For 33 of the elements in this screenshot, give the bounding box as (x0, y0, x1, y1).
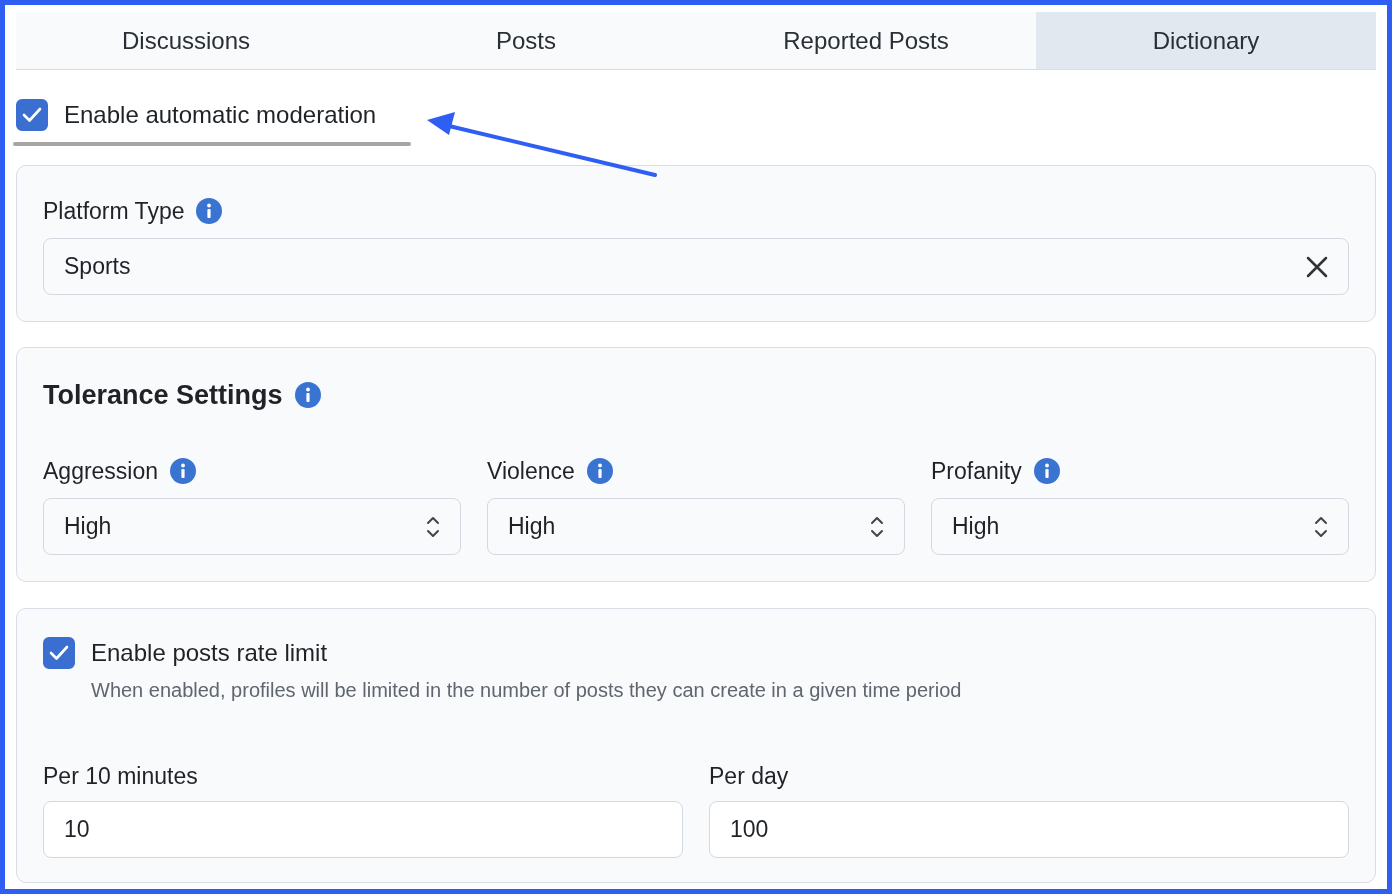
info-icon[interactable] (294, 382, 321, 408)
info-icon[interactable] (1033, 458, 1060, 484)
checkbox[interactable] (43, 637, 75, 669)
description-text: When enabled, profiles will be limited in the number of posts they can create in a given time period (91, 678, 963, 703)
field-label: Per day (709, 762, 790, 789)
check-icon (22, 107, 42, 123)
check-icon (49, 645, 69, 661)
checkbox-label: Enable posts rate limit (91, 638, 328, 668)
select-field[interactable]: High (487, 498, 905, 555)
tab[interactable]: Discussions (16, 12, 356, 69)
tab[interactable]: Dictionary (1036, 12, 1376, 69)
close-icon[interactable] (1306, 255, 1328, 278)
select-field[interactable]: High (43, 498, 461, 555)
field-label: Violence (487, 456, 575, 486)
field-label: Per 10 minutes (43, 762, 199, 789)
number-input[interactable]: 10 (43, 801, 683, 858)
field-label: Profanity (931, 456, 1022, 486)
info-icon[interactable] (196, 198, 223, 224)
number-input[interactable]: 100 (709, 801, 1349, 858)
select-field[interactable]: High (931, 498, 1349, 555)
tab[interactable]: Reported Posts (696, 12, 1036, 69)
tab[interactable]: Posts (356, 12, 696, 69)
chevron-up-down-icon (426, 514, 440, 539)
chevron-up-down-icon (1314, 514, 1328, 539)
chevron-up-down-icon (870, 514, 884, 539)
field-label: Aggression (43, 456, 159, 486)
section-title: Tolerance Settings (43, 378, 283, 412)
checkbox-label: Enable automatic moderation (64, 100, 377, 130)
info-icon[interactable] (170, 458, 197, 484)
platform-type-field[interactable]: Sports (43, 238, 1349, 295)
info-icon[interactable] (586, 458, 613, 484)
field-label: Platform Type (43, 196, 185, 226)
checkbox[interactable] (16, 99, 48, 131)
